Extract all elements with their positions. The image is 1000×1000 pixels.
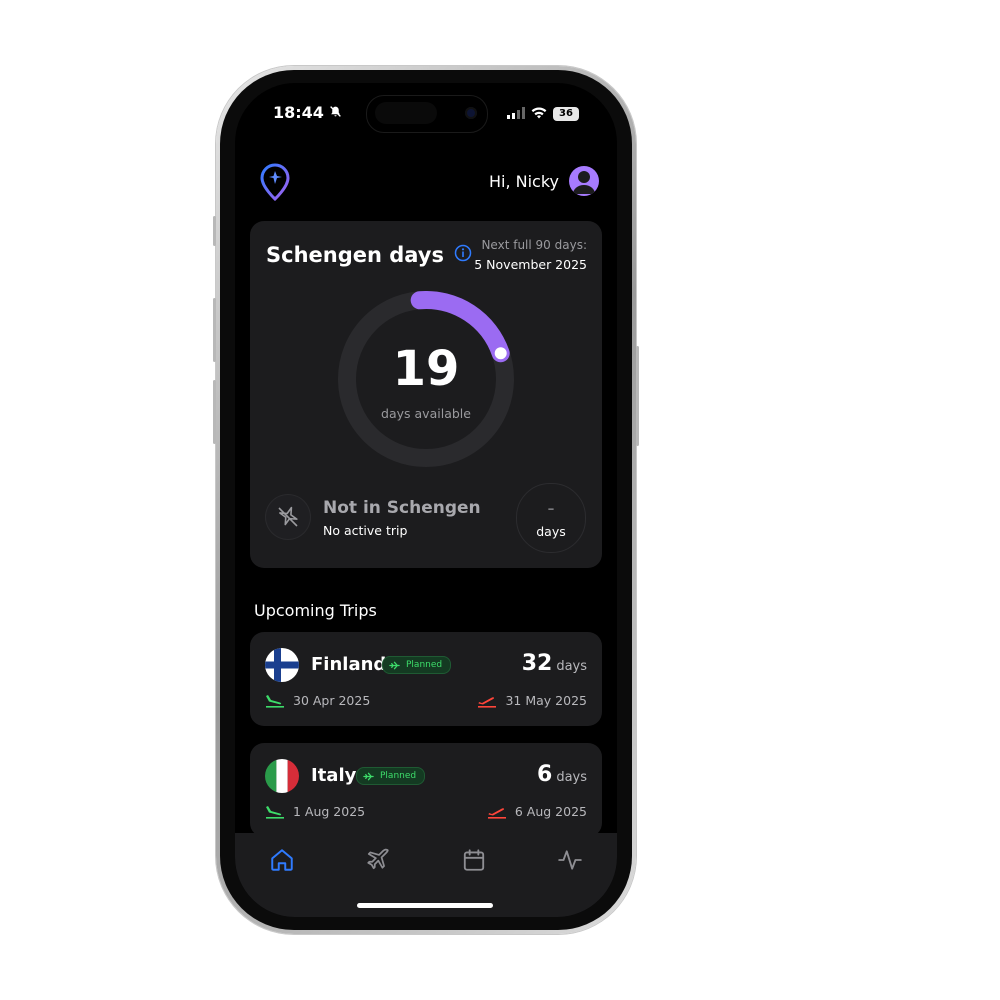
battery-indicator: 36 (553, 106, 579, 121)
trip-days-value: 6 (537, 762, 553, 787)
info-icon[interactable] (454, 243, 472, 267)
plane-landing-icon (266, 806, 284, 819)
trip-return-date: 31 May 2025 (505, 692, 587, 708)
schengen-title: Schengen days (266, 243, 472, 267)
italy-flag-icon (265, 759, 299, 793)
schengen-status-icon (266, 495, 310, 539)
wifi-icon (531, 104, 547, 123)
trip-departure: 1 Aug 2025 (265, 803, 365, 819)
home-icon (271, 849, 293, 871)
current-stay-days-label: days (536, 523, 566, 539)
planned-badge-label: Planned (380, 771, 417, 781)
avatar[interactable] (569, 166, 599, 196)
calendar-icon (463, 849, 485, 871)
schengen-card: Schengen days Next full 90 days: 5 Novem… (250, 221, 602, 568)
schengen-status-subtitle: No active trip (323, 523, 408, 538)
days-available-value: 19 (392, 341, 460, 397)
planned-badge: Planned (382, 656, 452, 674)
status-time: 18:44 (273, 103, 342, 122)
trip-country: Finland (311, 654, 387, 675)
tab-activity[interactable] (555, 845, 585, 875)
island-pill (375, 102, 437, 124)
current-stay-days-value: - (547, 495, 555, 520)
planned-badge: Planned (356, 767, 426, 785)
plane-takeoff-icon (478, 697, 497, 708)
greeting-text: Hi, Nicky (488, 171, 559, 191)
current-stay-days-badge: - days (516, 483, 586, 553)
status-time-text: 18:44 (273, 103, 324, 122)
trip-return: 6 Aug 2025 (487, 803, 587, 819)
trip-depart-date: 1 Aug 2025 (293, 803, 366, 819)
status-indicators: 36 (507, 104, 579, 123)
next-full-90-label: Next full 90 days: (481, 238, 587, 252)
trip-departure: 30 Apr 2025 (265, 692, 370, 708)
finland-flag-icon (265, 648, 299, 682)
tab-calendar[interactable] (459, 845, 489, 875)
trip-depart-date: 30 Apr 2025 (293, 692, 371, 708)
trip-return: 31 May 2025 (477, 692, 587, 708)
volume-down-button (213, 380, 216, 444)
tab-home[interactable] (267, 845, 297, 875)
bell-off-icon (329, 103, 342, 122)
activity-icon (558, 850, 582, 870)
airplane-off-icon (278, 506, 298, 527)
screen: 18:44 36 Hi, Nicky Schengen days Next fu… (235, 83, 617, 917)
airplane-icon (367, 848, 389, 870)
next-full-90-date: 5 November 2025 (474, 257, 587, 272)
front-camera (465, 107, 477, 119)
home-indicator[interactable] (357, 903, 493, 908)
trip-days-value: 32 (521, 651, 553, 676)
schengen-status-title: Not in Schengen (323, 498, 481, 518)
airplane-icon (363, 772, 374, 780)
plane-takeoff-icon (487, 808, 506, 819)
trip-card-italy[interactable]: Italy Planned 6 days 1 Aug 2025 6 Aug 20… (250, 743, 602, 837)
planned-badge-label: Planned (406, 660, 443, 670)
trip-country: Italy (311, 765, 357, 786)
trip-duration: 32 days (522, 651, 587, 676)
dynamic-island (366, 95, 488, 133)
volume-up-button (213, 298, 216, 362)
plane-landing-icon (266, 695, 284, 708)
tab-trips[interactable] (363, 845, 393, 875)
schengen-title-text: Schengen days (266, 243, 444, 267)
trip-duration: 6 days (537, 762, 587, 787)
days-available-label: days available (381, 406, 471, 421)
app-logo-icon (260, 163, 290, 205)
power-button (636, 346, 639, 446)
trip-return-date: 6 Aug 2025 (514, 803, 587, 819)
trip-card-finland[interactable]: Finland Planned 32 days 30 Apr 2025 31 M… (250, 632, 602, 726)
trip-days-unit: days (556, 770, 587, 785)
upcoming-trips-title: Upcoming Trips (254, 601, 377, 620)
trip-days-unit: days (556, 659, 587, 674)
user-greeting[interactable]: Hi, Nicky (489, 166, 599, 196)
action-button (213, 216, 216, 246)
user-icon (573, 171, 595, 194)
airplane-icon (389, 661, 400, 669)
phone-frame: 18:44 36 Hi, Nicky Schengen days Next fu… (213, 66, 639, 934)
cellular-signal-icon (507, 104, 525, 123)
